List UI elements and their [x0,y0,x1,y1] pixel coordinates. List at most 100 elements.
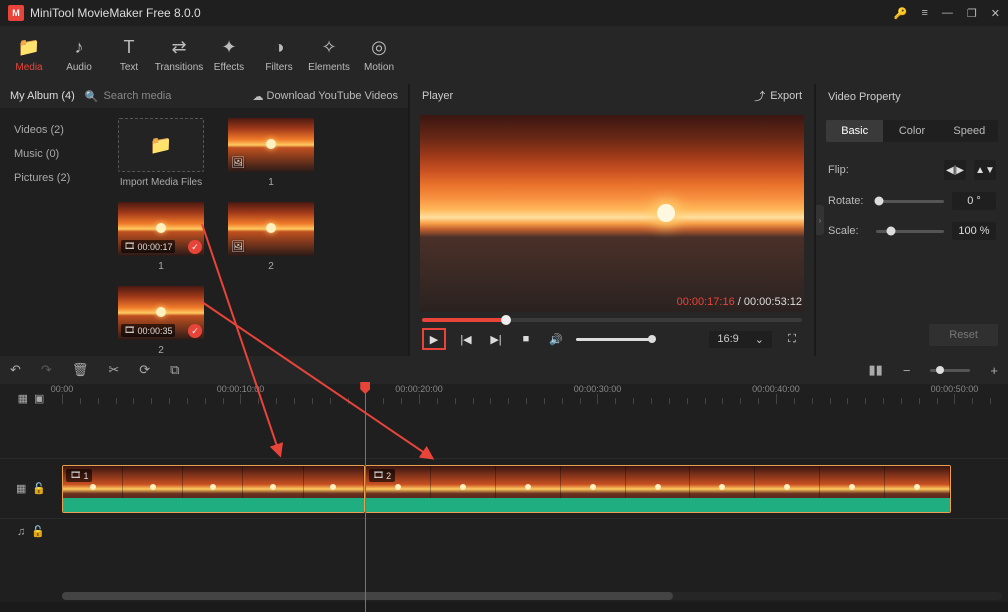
download-youtube-link[interactable]: ☁ Download YouTube Videos [253,90,399,103]
fullscreen-button[interactable]: ⛶ [782,329,802,349]
reset-button[interactable]: Reset [929,324,998,346]
folder-icon: 📁 [150,135,172,156]
audio-track-icon: ♫ [17,526,25,538]
media-categories: Videos (2)Music (0)Pictures (2) [0,108,108,356]
volume-slider[interactable] [576,338,652,341]
tab-color[interactable]: Color [883,120,940,142]
video-icon: 🎞 [124,241,135,252]
timeline: ↶ ↷ 🗑 ✂ ⟳ ⧉ ▮▮ − + ▦ ▣ 00:0000:00:10:000… [0,356,1008,602]
cloud-download-icon: ☁ [253,90,264,103]
flip-horizontal-button[interactable]: ◀|▶ [944,160,966,180]
audio-track: ♫ 🔓 [0,518,1008,544]
media-thumb[interactable]: 🎞00:00:17 ✓ 1 [118,202,204,272]
image-icon: 🖼 [231,240,245,253]
rotate-value[interactable]: 0 ° [952,192,996,210]
timeline-clip[interactable]: 🎞2 [365,465,952,513]
player-preview[interactable] [420,115,804,312]
scale-slider[interactable] [876,230,944,233]
redo-button[interactable]: ↷ [41,362,52,378]
check-icon: ✓ [188,324,202,338]
media-thumb[interactable]: 🖼 1 [228,118,314,188]
lock-icon[interactable]: 🔓 [31,525,45,538]
lock-icon[interactable]: 🔓 [32,482,46,495]
zoom-out-button[interactable]: − [903,363,911,378]
tool-media[interactable]: 📁Media [4,26,54,84]
flip-vertical-button[interactable]: ▲▼ [974,160,996,180]
player-scrubber[interactable] [422,318,802,322]
tool-effects[interactable]: ✦Effects [204,26,254,84]
property-panel: › Video Property Basic Color Speed Flip:… [816,84,1008,356]
tab-basic[interactable]: Basic [826,120,883,142]
search-placeholder: Search media [104,90,172,102]
stop-button[interactable]: ■ [516,329,536,349]
tool-elements[interactable]: ✧Elements [304,26,354,84]
media-panel: My Album (4) 🔍 Search media ☁ Download Y… [0,84,408,356]
timeline-scrollbar[interactable] [62,592,1002,600]
category-item[interactable]: Videos (2) [0,118,108,142]
video-icon: 🎞 [373,470,384,481]
media-thumb[interactable]: 🖼 2 [228,202,314,272]
export-icon: ⤴ [754,88,765,104]
chevron-down-icon: ⌄ [755,333,764,346]
prev-button[interactable]: |◀ [456,329,476,349]
maximize-icon[interactable]: ❐ [967,7,977,20]
tool-motion[interactable]: ◎Motion [354,26,404,84]
crop-button[interactable]: ⧉ [170,362,179,378]
flip-label: Flip: [828,164,868,176]
timeline-clip[interactable]: 🎞1 [62,465,365,513]
video-icon: 🎞 [70,470,81,481]
export-button[interactable]: ⤴ Export [754,88,802,104]
property-tabs: Basic Color Speed [826,120,998,142]
close-icon[interactable]: ✕ [991,7,1000,20]
player-panel: Player ⤴ Export 00:00:17:16 / 00:00:53:1… [408,84,816,356]
check-icon: ✓ [188,240,202,254]
category-item[interactable]: Music (0) [0,142,108,166]
key-icon[interactable]: 🔑 [894,7,908,20]
category-item[interactable]: Pictures (2) [0,166,108,190]
video-track-icon: ▦ [16,482,26,495]
rotate-label: Rotate: [828,195,868,207]
volume-icon[interactable]: 🔊 [546,329,566,349]
video-icon: 🎞 [124,325,135,336]
track-options-icon[interactable]: ▣ [34,392,44,405]
delete-button[interactable]: 🗑 [72,362,89,378]
timeline-toolbar: ↶ ↷ 🗑 ✂ ⟳ ⧉ ▮▮ − + [0,356,1008,384]
zoom-slider[interactable] [930,369,970,372]
media-thumbnails: 📁 Import Media Files 🖼 1 🎞00:00:17 ✓ 1 🖼 [108,108,408,356]
search-input[interactable]: 🔍 Search media [85,90,243,103]
panel-collapse-handle[interactable]: › [816,205,824,235]
tool-text[interactable]: TText [104,26,154,84]
player-title: Player [422,90,453,102]
tool-filters[interactable]: ◑Filters [254,26,304,84]
player-timecode: 00:00:17:16 / 00:00:53:12 [677,296,802,308]
album-label[interactable]: My Album (4) [10,90,75,102]
tool-audio[interactable]: ♪Audio [54,26,104,84]
next-button[interactable]: ▶| [486,329,506,349]
image-icon: 🖼 [231,156,245,169]
tab-speed[interactable]: Speed [941,120,998,142]
cut-button[interactable]: ✂ [108,362,119,378]
add-track-icon[interactable]: ▦ [18,392,28,405]
scale-label: Scale: [828,225,868,237]
titlebar: M MiniTool MovieMaker Free 8.0.0 🔑 ≡ — ❐… [0,0,1008,26]
media-thumb[interactable]: 🎞00:00:35 ✓ 2 [118,286,204,356]
menu-icon[interactable]: ≡ [921,7,927,19]
import-media-button[interactable]: 📁 Import Media Files [118,118,204,188]
property-title: Video Property [816,84,1008,110]
tool-transitions[interactable]: ⇄Transitions [154,26,204,84]
speed-button[interactable]: ⟳ [139,362,150,378]
app-title: MiniTool MovieMaker Free 8.0.0 [30,6,894,20]
zoom-in-button[interactable]: + [990,363,998,378]
rotate-slider[interactable] [876,200,944,203]
main-toolbar: 📁Media♪AudioTText⇄Transitions✦Effects◑Fi… [0,26,1008,84]
video-track: ▦ 🔓 🎞1 🎞2 [0,458,1008,518]
fit-button[interactable]: ▮▮ [869,362,883,378]
undo-button[interactable]: ↶ [10,362,21,378]
play-button[interactable]: ▶ [422,328,446,350]
scale-value[interactable]: 100 % [952,222,996,240]
aspect-select[interactable]: 16:9 ⌄ [709,331,772,348]
minimize-icon[interactable]: — [942,7,953,19]
search-icon: 🔍 [85,90,99,103]
app-logo: M [8,5,24,21]
playhead[interactable] [365,384,366,612]
